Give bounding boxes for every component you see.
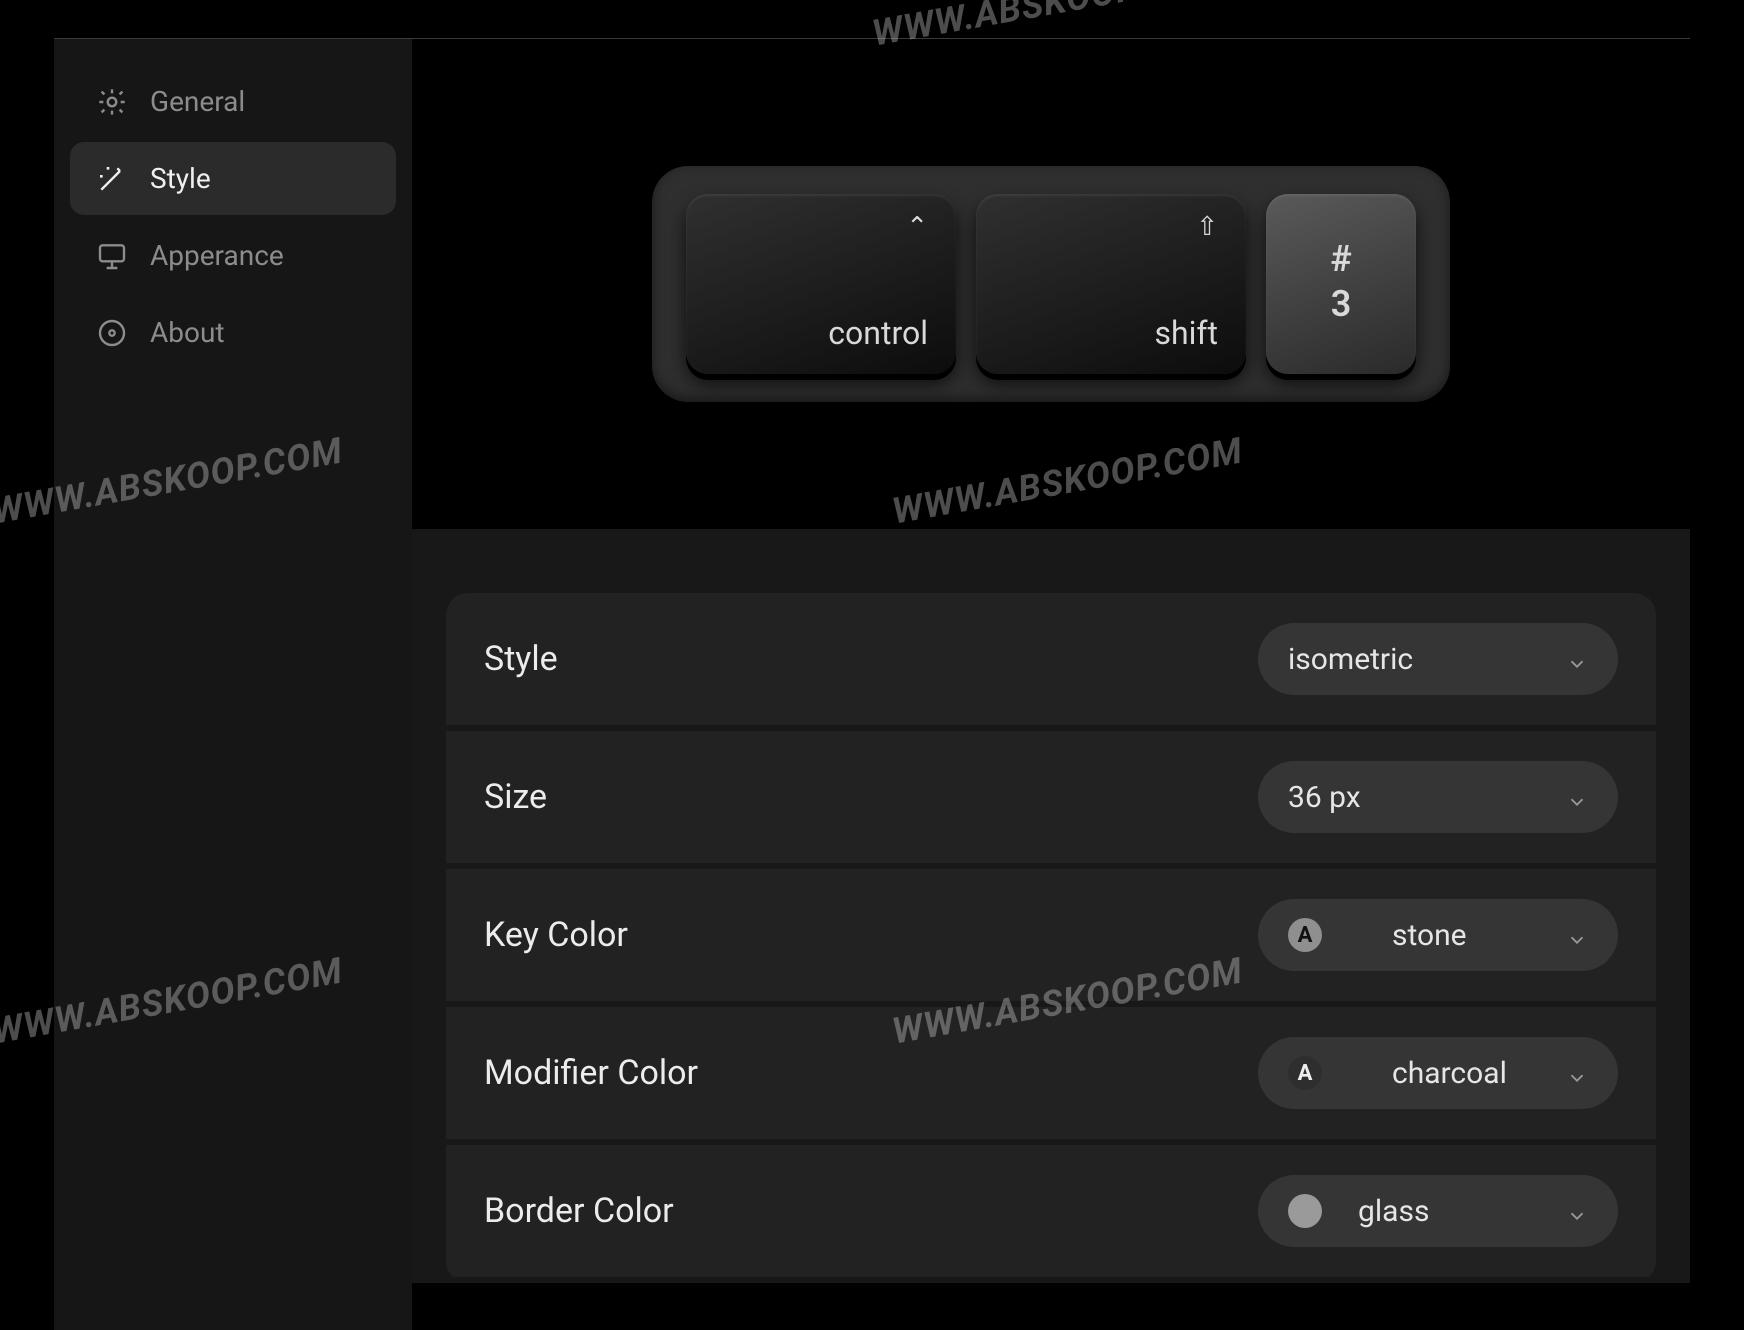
preview-area: ⌃ control ⇧ shift # 3 [412, 39, 1690, 529]
settings-window: General Style Apperance About ⌃ [54, 38, 1690, 1330]
style-select[interactable]: isometric [1258, 623, 1618, 695]
sidebar-item-appearance[interactable]: Apperance [70, 219, 396, 292]
key-color-select[interactable]: A stone [1258, 899, 1618, 971]
sidebar-item-style[interactable]: Style [70, 142, 396, 215]
color-swatch [1288, 1194, 1322, 1228]
select-value: stone [1392, 918, 1467, 953]
sidebar-item-label: Style [150, 162, 211, 195]
chevron-down-icon [1566, 1200, 1588, 1222]
gear-icon [96, 86, 128, 118]
sidebar-item-label: Apperance [150, 239, 284, 272]
key-symbol: # [1330, 241, 1352, 277]
chevron-down-icon [1566, 1062, 1588, 1084]
wand-icon [96, 163, 128, 195]
preview-key-3: # 3 [1266, 194, 1416, 374]
key-label: shift [1154, 314, 1218, 352]
preview-key-control: ⌃ control [686, 194, 956, 374]
setting-row-border-color: Border Color glass [446, 1145, 1656, 1277]
chevron-down-icon [1566, 786, 1588, 808]
setting-label: Style [484, 639, 558, 679]
sample-letter: A [1288, 918, 1322, 952]
sidebar-item-general[interactable]: General [70, 65, 396, 138]
key-label: control [828, 314, 928, 352]
key-tray: ⌃ control ⇧ shift # 3 [652, 166, 1450, 402]
setting-label: Size [484, 777, 547, 817]
monitor-icon [96, 240, 128, 272]
chevron-down-icon [1566, 648, 1588, 670]
sidebar-item-label: About [150, 316, 225, 349]
disc-icon [96, 317, 128, 349]
chevron-down-icon [1566, 924, 1588, 946]
setting-row-key-color: Key Color A stone [446, 869, 1656, 1001]
key-symbol: ⇧ [1196, 214, 1218, 240]
select-value: charcoal [1392, 1056, 1507, 1091]
select-value: isometric [1288, 642, 1413, 677]
setting-label: Modifier Color [484, 1053, 698, 1093]
sidebar-item-label: General [150, 85, 245, 118]
setting-label: Border Color [484, 1191, 674, 1231]
border-color-select[interactable]: glass [1258, 1175, 1618, 1247]
select-value: glass [1358, 1194, 1429, 1229]
key-symbol: ⌃ [906, 214, 928, 240]
setting-row-modifier-color: Modifier Color A charcoal [446, 1007, 1656, 1139]
setting-label: Key Color [484, 915, 628, 955]
key-label: 3 [1331, 283, 1352, 325]
sidebar: General Style Apperance About [54, 39, 412, 1330]
select-value: 36 px [1288, 780, 1361, 815]
setting-row-style: Style isometric [446, 593, 1656, 725]
settings-panel: Style isometric Size 36 px Key Color [412, 529, 1690, 1283]
modifier-color-select[interactable]: A charcoal [1258, 1037, 1618, 1109]
sidebar-item-about[interactable]: About [70, 296, 396, 369]
size-select[interactable]: 36 px [1258, 761, 1618, 833]
settings-card: Style isometric Size 36 px Key Color [446, 593, 1656, 1283]
sample-letter: A [1288, 1056, 1322, 1090]
preview-key-shift: ⇧ shift [976, 194, 1246, 374]
content-area: ⌃ control ⇧ shift # 3 Style isometric [412, 39, 1690, 1330]
setting-row-size: Size 36 px [446, 731, 1656, 863]
